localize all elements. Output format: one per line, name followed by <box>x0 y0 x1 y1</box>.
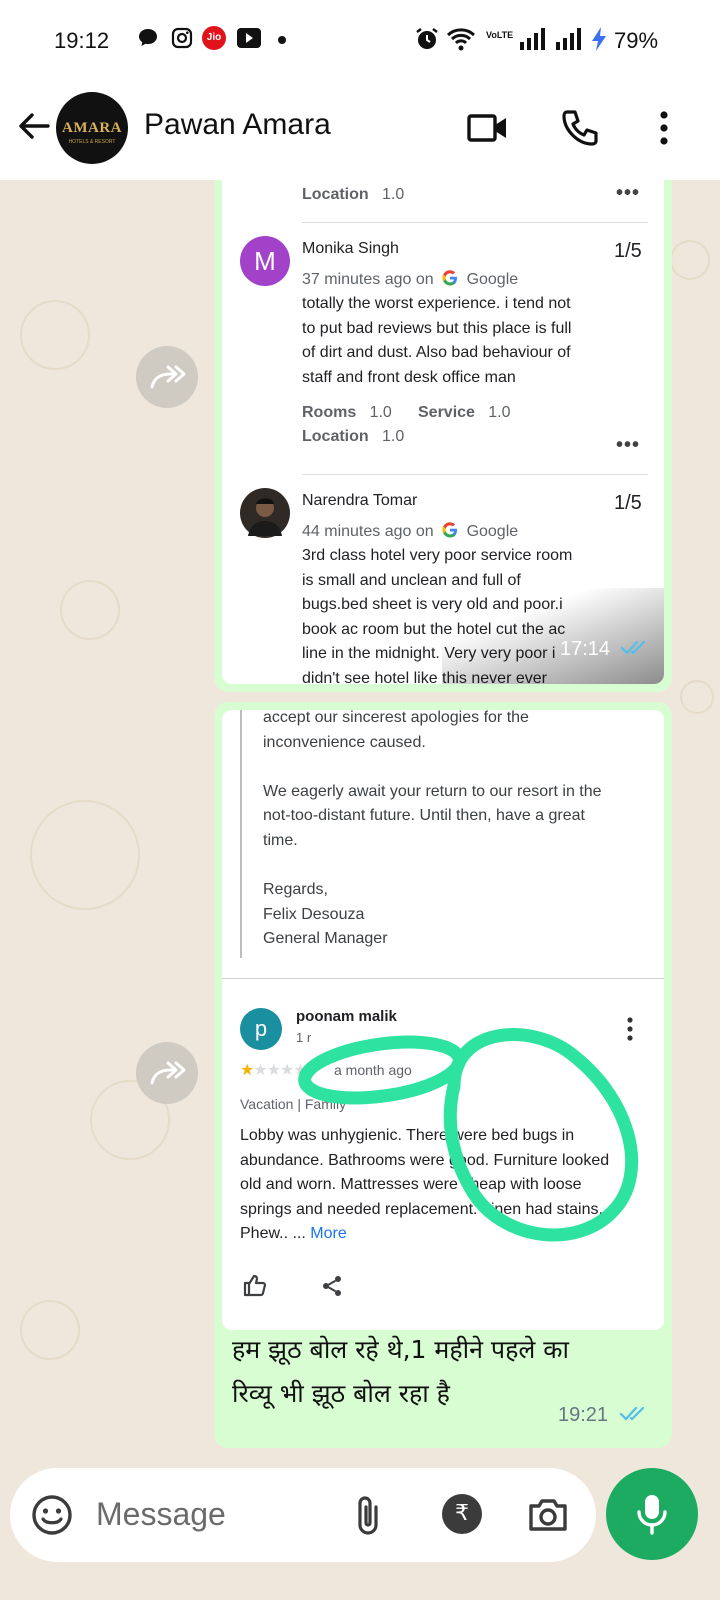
chat-area[interactable]: Location 1.0 ••• M Monika Singh 1/5 37 m… <box>0 180 720 1470</box>
review-options-icon[interactable]: ••• <box>616 434 640 457</box>
message-caption: हम झूठ बोल रहे थे,1 महीने पहले का रिव्यू… <box>232 1335 569 1408</box>
service-rating: Service 1.0 <box>418 404 511 421</box>
charging-icon <box>592 27 606 51</box>
instagram-icon <box>171 27 193 49</box>
reviewer-name: Narendra Tomar <box>302 492 418 509</box>
google-icon <box>442 522 458 538</box>
back-arrow-icon[interactable] <box>14 106 54 146</box>
battery-percent: 79% <box>614 28 659 53</box>
review-divider <box>302 222 648 223</box>
review-time: 44 minutes ago on Google <box>302 522 519 540</box>
contact-avatar[interactable]: AMARA HOTELS & RESORT <box>56 92 128 164</box>
review-text: totally the worst experience. i tend not… <box>302 295 572 386</box>
person-photo-icon <box>248 498 282 536</box>
forward-button[interactable] <box>136 346 198 408</box>
wifi-icon <box>446 28 476 51</box>
reviewer-name: Monika Singh <box>302 240 399 257</box>
message-time: 17:14 <box>560 638 650 661</box>
chat-bubble-icon <box>139 29 157 46</box>
highlight-annotation <box>298 1028 639 1242</box>
review-score: 1/5 <box>614 492 642 514</box>
more-vert-icon[interactable] <box>642 106 686 150</box>
forward-button[interactable] <box>136 1042 198 1104</box>
volte-icon: VoLTE <box>486 30 514 40</box>
jio-icon: Jio <box>202 26 226 50</box>
video-call-icon[interactable] <box>466 106 510 150</box>
image-caption-message[interactable]: accept our sincerest apologies for the i… <box>214 702 672 1448</box>
review-time: 37 minutes ago on Google <box>302 270 519 288</box>
message-input-bar[interactable]: Message ₹ <box>10 1468 596 1562</box>
chat-header: AMARA HOTELS & RESORT Pawan Amara <box>0 80 720 180</box>
mic-icon <box>637 1495 667 1535</box>
attach-icon[interactable] <box>352 1493 384 1537</box>
mic-button[interactable] <box>606 1468 698 1560</box>
double-tick-icon <box>620 640 645 655</box>
avatar-logo-text: AMARA <box>62 120 122 136</box>
message-input[interactable]: Message <box>96 1496 226 1533</box>
review-score: 1/5 <box>614 240 642 262</box>
forward-icon <box>150 1061 186 1085</box>
double-tick-icon <box>619 1406 644 1421</box>
youtube-icon <box>237 28 261 48</box>
review-options-icon[interactable]: ••• <box>616 182 640 205</box>
reviewer-avatar: M <box>240 236 290 286</box>
image-shade <box>442 588 664 684</box>
signal-icon <box>520 28 545 50</box>
camera-icon[interactable] <box>526 1493 570 1537</box>
alarm-icon <box>416 28 438 49</box>
message-time: 19:21 <box>558 1404 650 1427</box>
status-bar: 19:12 Jio VoLTE 79% <box>0 0 720 80</box>
reply-screenshot[interactable]: accept our sincerest apologies for the i… <box>222 710 664 1330</box>
phone-icon[interactable] <box>558 106 602 150</box>
emoji-icon[interactable] <box>30 1493 74 1537</box>
review-screenshot[interactable]: Location 1.0 ••• M Monika Singh 1/5 37 m… <box>222 180 664 684</box>
contact-name[interactable]: Pawan Amara <box>144 108 331 142</box>
rupee-icon[interactable]: ₹ <box>442 1494 482 1534</box>
status-time: 19:12 <box>54 28 110 53</box>
rooms-rating: Rooms 1.0 <box>302 404 392 421</box>
dot-icon <box>278 36 286 44</box>
location-rating: Location 1.0 <box>302 428 405 445</box>
review-divider <box>302 474 648 475</box>
google-icon <box>442 270 458 286</box>
reviewer-avatar <box>240 488 290 538</box>
image-message[interactable]: Location 1.0 ••• M Monika Singh 1/5 37 m… <box>214 180 672 692</box>
location-label: Location 1.0 <box>302 186 405 203</box>
signal-icon <box>556 28 581 50</box>
avatar-logo-subtext: HOTELS & RESORT <box>68 139 116 145</box>
forward-icon <box>150 365 186 389</box>
